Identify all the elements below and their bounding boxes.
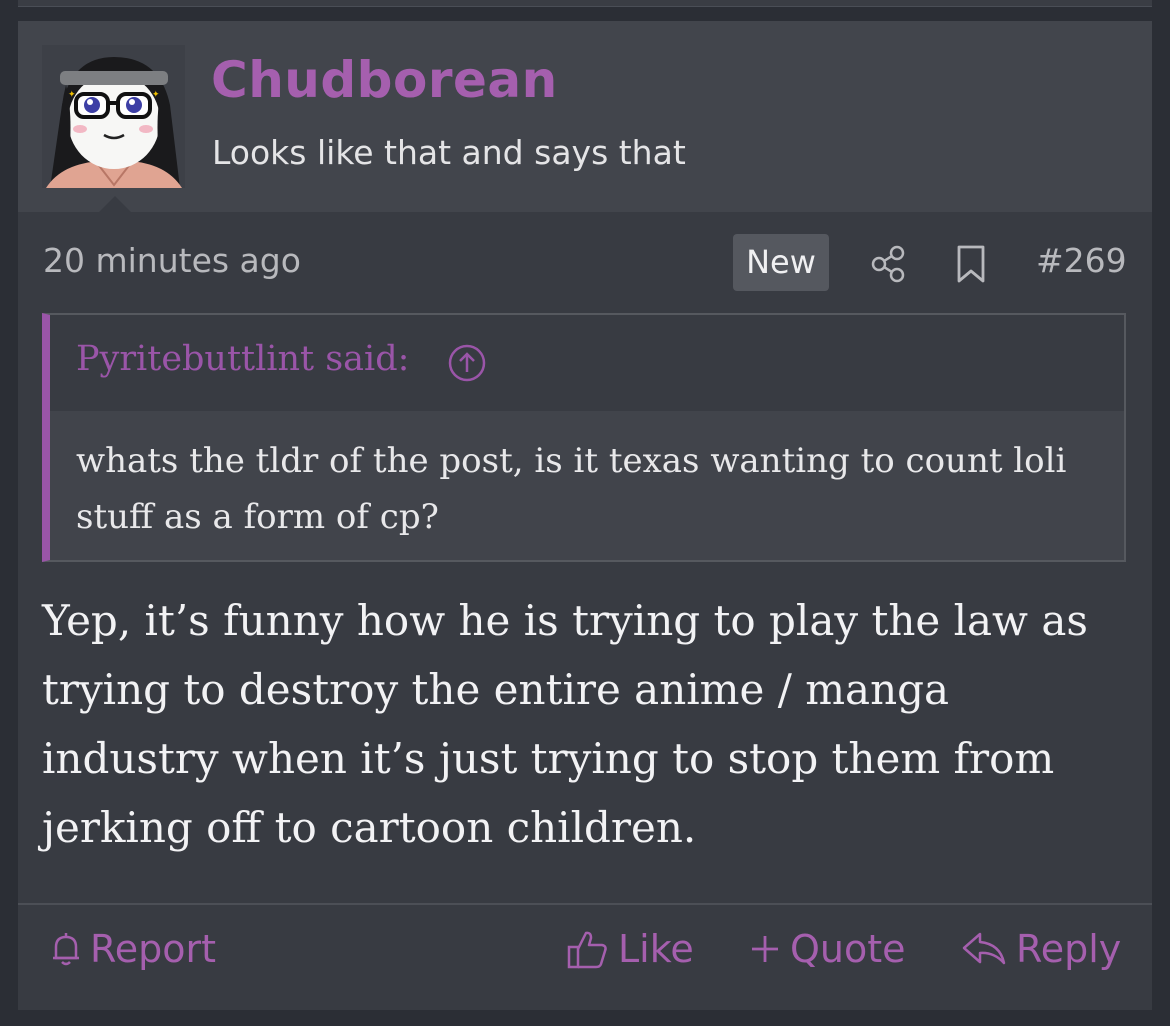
share-icon[interactable] bbox=[868, 244, 908, 284]
bookmark-icon[interactable] bbox=[954, 244, 988, 284]
forum-post: ✦ ✦ Chudborean Looks like that and says … bbox=[18, 21, 1152, 1010]
like-button[interactable]: Like bbox=[566, 924, 694, 974]
report-label: Report bbox=[90, 927, 216, 971]
svg-text:✦: ✦ bbox=[68, 90, 76, 100]
post-header: ✦ ✦ Chudborean Looks like that and says … bbox=[18, 21, 1152, 212]
svg-text:✦: ✦ bbox=[152, 90, 160, 100]
avatar-image: ✦ ✦ bbox=[42, 45, 185, 188]
previous-post-edge bbox=[18, 0, 1152, 7]
arrow-up-circle-icon[interactable] bbox=[447, 343, 487, 383]
new-badge: New bbox=[733, 234, 829, 291]
reply-button[interactable]: Reply bbox=[960, 924, 1121, 974]
post-timestamp[interactable]: 20 minutes ago bbox=[43, 241, 301, 280]
like-label: Like bbox=[618, 927, 694, 971]
reply-label: Reply bbox=[1016, 927, 1122, 971]
post-number[interactable]: #269 bbox=[1036, 241, 1127, 280]
footer-divider bbox=[18, 903, 1152, 905]
bell-icon bbox=[53, 933, 79, 966]
thumbs-up-icon bbox=[567, 931, 607, 969]
quote-header: Pyritebuttlint said: bbox=[50, 315, 1124, 411]
plus-icon bbox=[752, 936, 778, 962]
avatar[interactable]: ✦ ✦ bbox=[42, 45, 185, 188]
quote-text: whats the tldr of the post, is it texas … bbox=[76, 441, 1067, 537]
quote-block: Pyritebuttlint said: whats the tldr of t… bbox=[42, 313, 1126, 562]
report-button[interactable]: Report bbox=[50, 924, 216, 974]
reply-icon bbox=[962, 932, 1006, 965]
quote-author[interactable]: Pyritebuttlint said: bbox=[76, 339, 409, 379]
header-pointer bbox=[99, 196, 131, 212]
quote-label: Quote bbox=[790, 927, 906, 971]
post-message: Yep, it’s funny how he is trying to play… bbox=[42, 596, 1088, 852]
quote-button[interactable]: Quote bbox=[748, 924, 906, 974]
user-title: Looks like that and says that bbox=[212, 133, 686, 172]
username[interactable]: Chudborean bbox=[211, 51, 558, 109]
